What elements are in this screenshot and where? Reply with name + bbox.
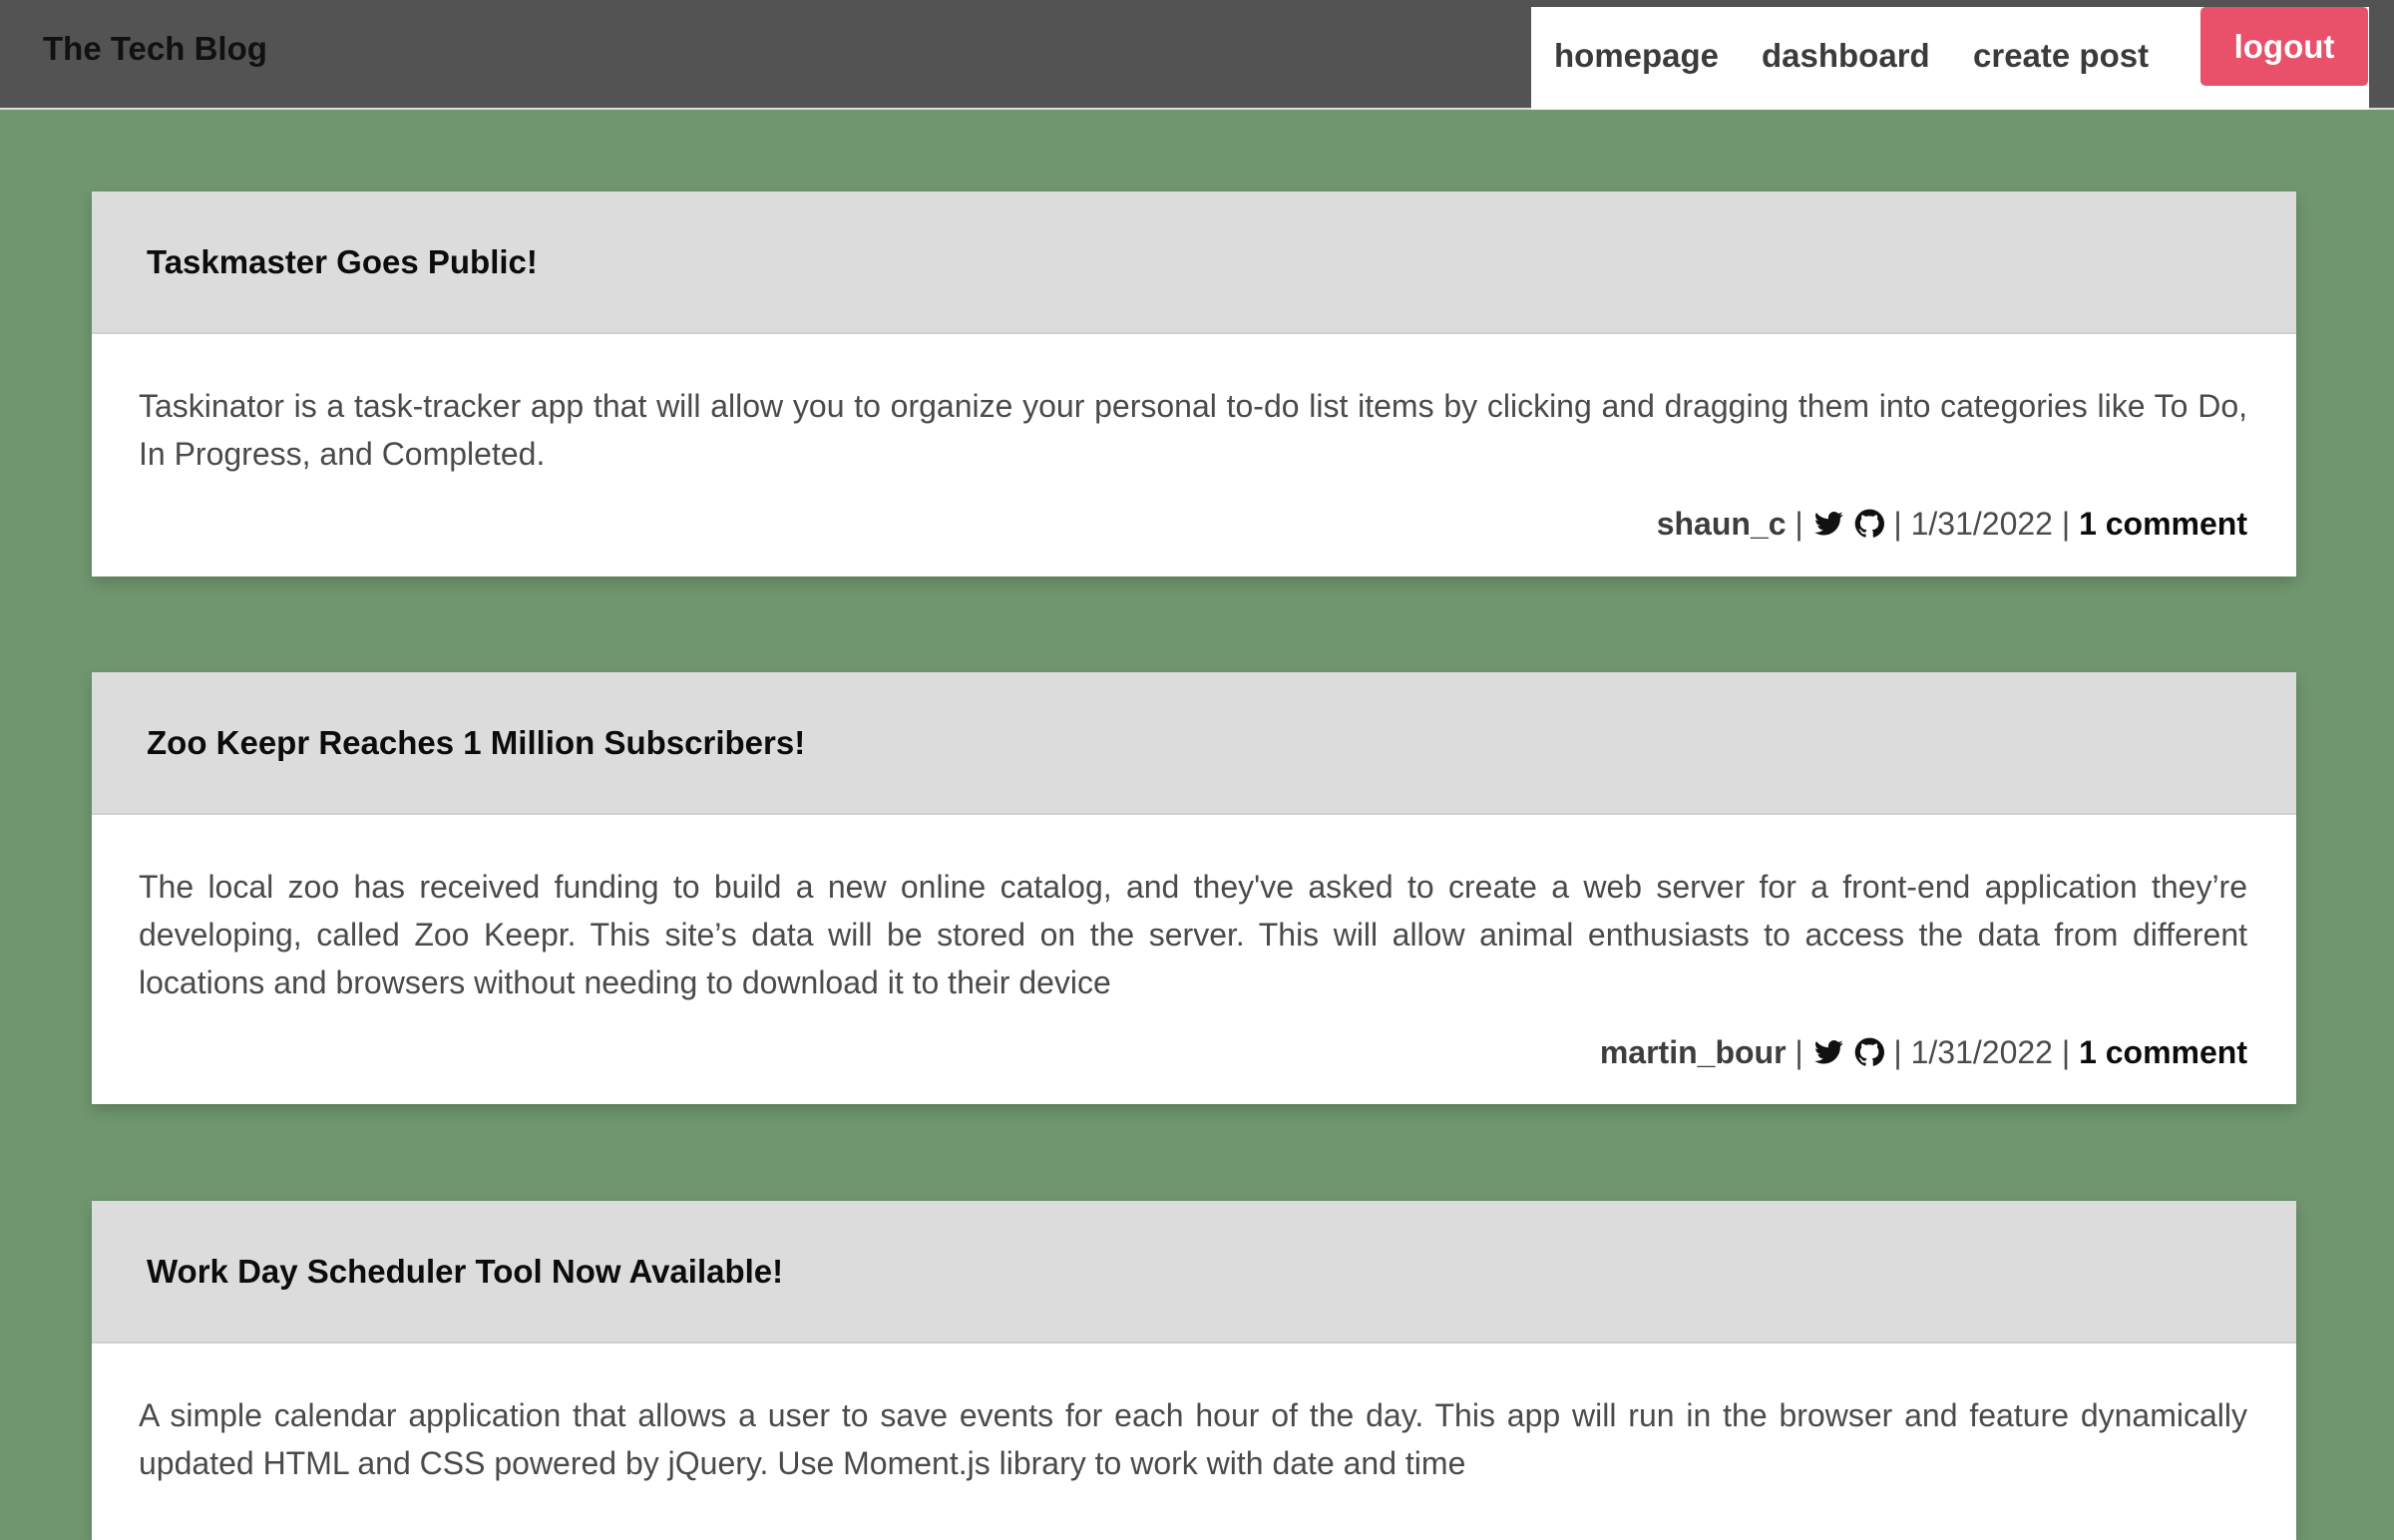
github-icon[interactable] [1853, 1037, 1885, 1067]
post-body: The local zoo has received funding to bu… [139, 869, 2247, 1000]
post-header: Taskmaster Goes Public! [92, 192, 2296, 334]
twitter-icon[interactable] [1812, 509, 1844, 539]
post-card: Work Day Scheduler Tool Now Available! A… [92, 1201, 2296, 1540]
meta-separator: | [2061, 1034, 2071, 1070]
site-header: The Tech Blog homepage dashboard create … [0, 0, 2394, 110]
site-brand[interactable]: The Tech Blog [43, 30, 267, 68]
nav-create-post-link[interactable]: create post [1973, 37, 2149, 75]
post-author-link[interactable]: martin_bour [1600, 1034, 1787, 1070]
logout-button[interactable]: logout [2200, 7, 2368, 86]
post-comments-link[interactable]: 1 comment [2079, 506, 2247, 542]
nav-homepage-link[interactable]: homepage [1554, 37, 1719, 75]
post-card: Zoo Keepr Reaches 1 Million Subscribers!… [92, 672, 2296, 1104]
post-title-link[interactable]: Work Day Scheduler Tool Now Available! [147, 1253, 783, 1291]
post-meta: martin_bour | | 1/31/2022 | 1 comment [92, 1006, 2296, 1090]
post-author-link[interactable]: shaun_c [1657, 506, 1787, 542]
github-icon[interactable] [1853, 509, 1885, 539]
post-header: Zoo Keepr Reaches 1 Million Subscribers! [92, 672, 2296, 815]
nav-dashboard-link[interactable]: dashboard [1762, 37, 1930, 75]
post-card: Taskmaster Goes Public! Taskinator is a … [92, 192, 2296, 577]
meta-separator: | [1795, 506, 1803, 542]
post-title-link[interactable]: Zoo Keepr Reaches 1 Million Subscribers! [147, 724, 805, 762]
meta-separator: | [1893, 506, 1902, 542]
post-body: Taskinator is a task-tracker app that wi… [139, 388, 2247, 472]
post-comments-link[interactable]: 1 comment [2079, 1034, 2247, 1070]
post-date: 1/31/2022 [1910, 506, 2053, 542]
post-meta: shaun_c | | 1/31/2022 | 1 comment [92, 478, 2296, 562]
meta-separator: | [2061, 506, 2071, 542]
meta-separator: | [1893, 1034, 1902, 1070]
twitter-icon[interactable] [1812, 1037, 1844, 1067]
post-title-link[interactable]: Taskmaster Goes Public! [147, 243, 538, 281]
post-date: 1/31/2022 [1910, 1034, 2053, 1070]
meta-separator: | [1795, 1034, 1803, 1070]
post-body: A simple calendar application that allow… [139, 1397, 2247, 1481]
post-header: Work Day Scheduler Tool Now Available! [92, 1201, 2296, 1344]
